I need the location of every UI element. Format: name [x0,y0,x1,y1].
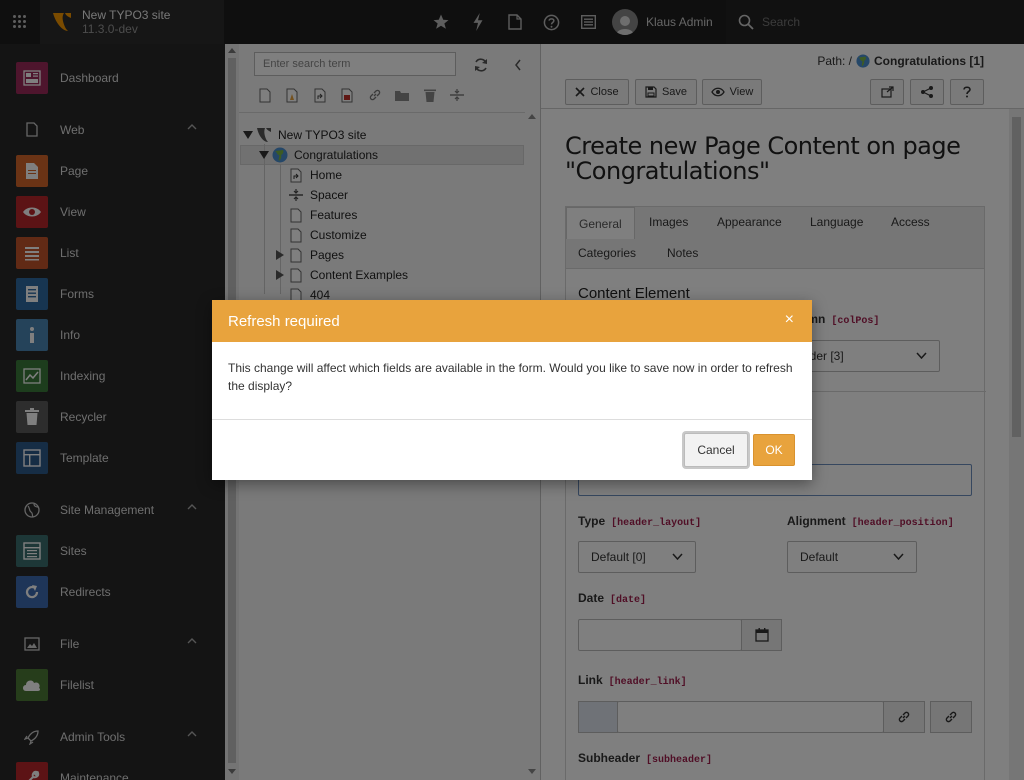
modal-title: Refresh required [228,312,340,330]
cancel-button[interactable]: Cancel [684,433,748,467]
modal-message: This change will affect which fields are… [228,361,793,393]
refresh-required-modal: Refresh required × This change will affe… [212,300,812,480]
ok-button[interactable]: OK [753,434,795,466]
modal-header: Refresh required × [212,300,812,342]
close-icon[interactable]: × [785,312,794,328]
